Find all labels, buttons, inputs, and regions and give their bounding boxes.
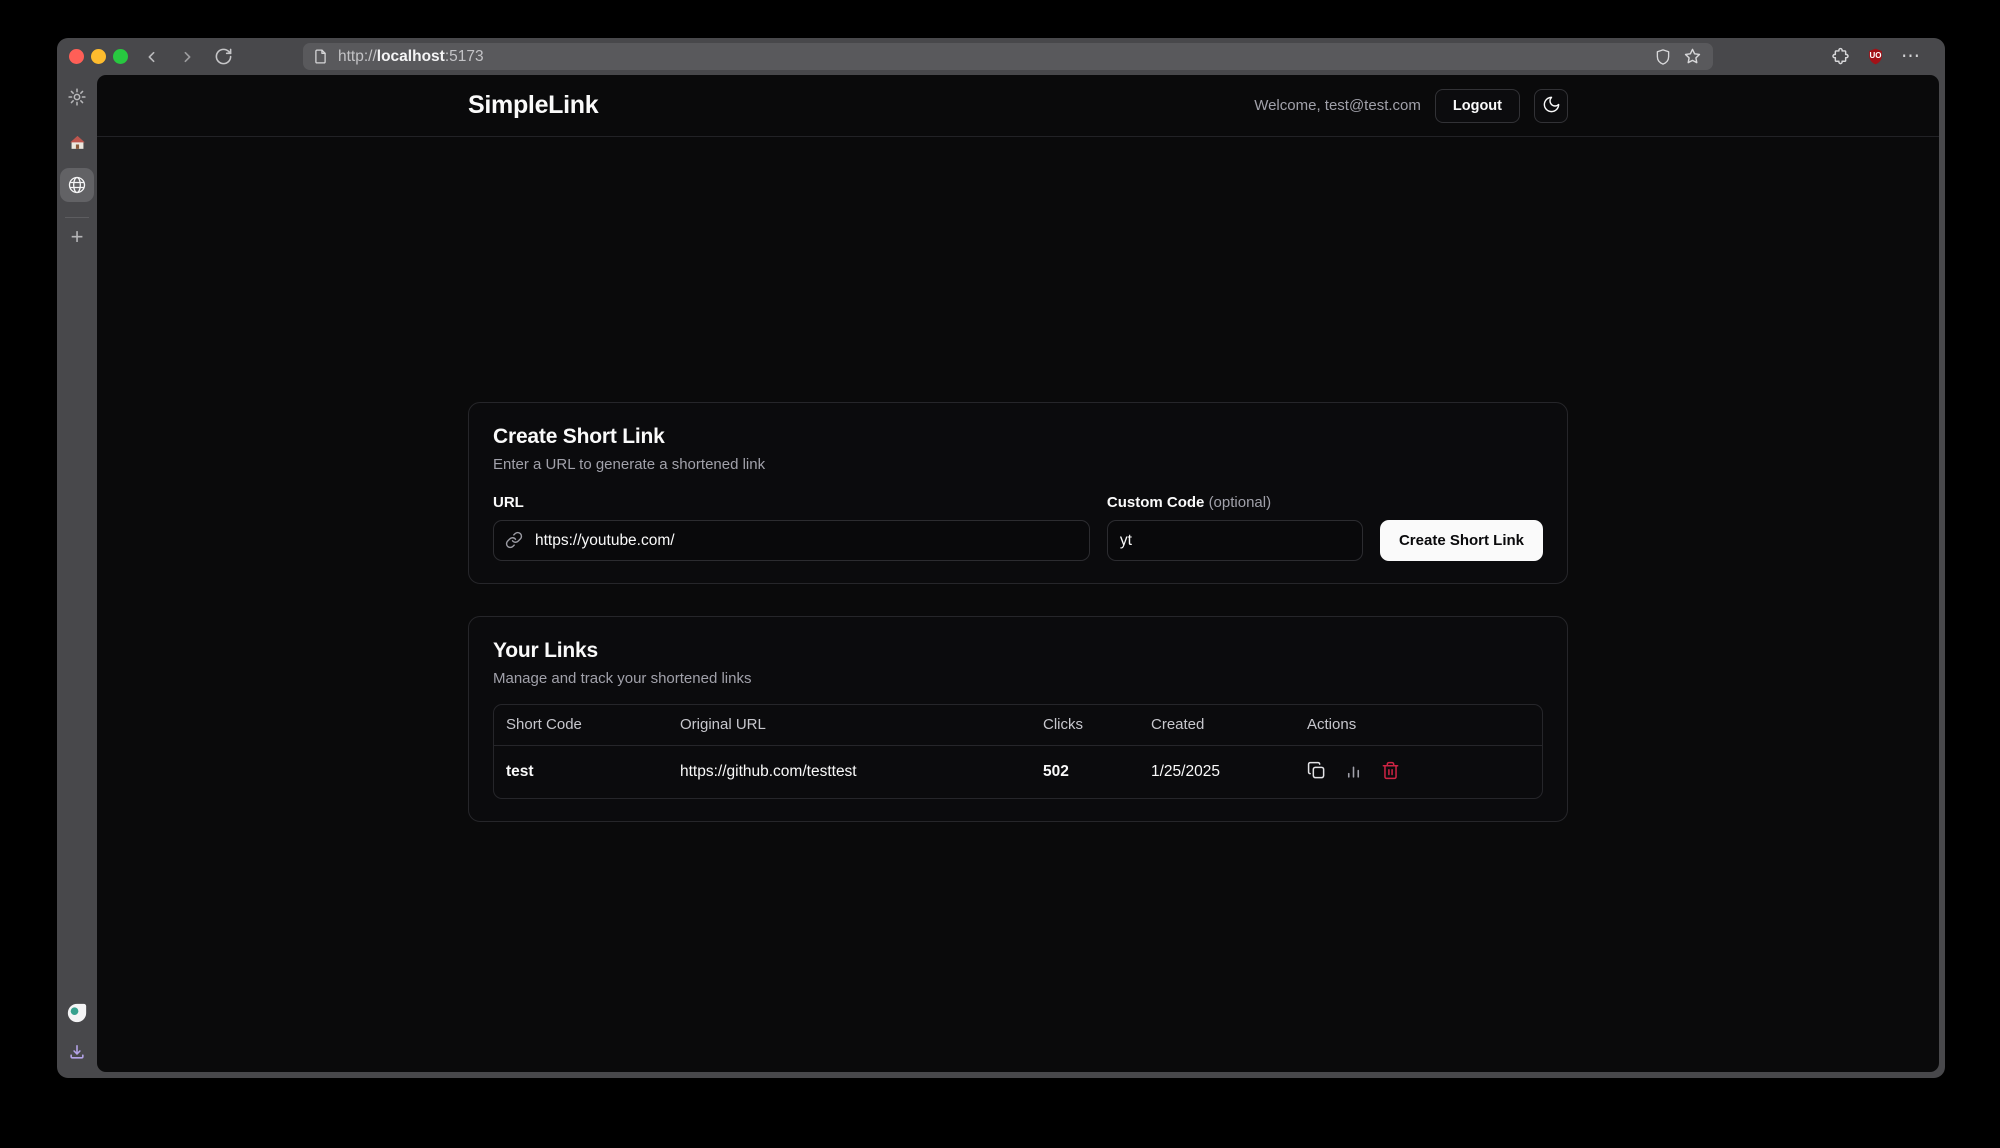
zoom-window-button[interactable] <box>113 49 128 64</box>
table-row: test https://github.com/testtest 502 1/2… <box>494 745 1542 798</box>
logout-button[interactable]: Logout <box>1435 89 1520 123</box>
col-short-code: Short Code <box>494 705 668 745</box>
extensions-puzzle-icon[interactable] <box>1831 47 1850 66</box>
browser-toolbar: http://localhost:5173 UO ⋯ <box>57 38 1945 75</box>
back-icon[interactable] <box>144 49 160 65</box>
url-port: :5173 <box>445 48 484 65</box>
ublock-origin-icon[interactable]: UO <box>1866 47 1885 66</box>
custom-code-input[interactable] <box>1107 520 1363 561</box>
theme-toggle-button[interactable] <box>1534 89 1568 123</box>
links-table: Short Code Original URL Clicks Created A… <box>493 704 1543 799</box>
create-card-subtitle: Enter a URL to generate a shortened link <box>493 456 1543 473</box>
col-created: Created <box>1139 705 1295 745</box>
stats-button[interactable] <box>1344 761 1363 783</box>
your-links-card: Your Links Manage and track your shorten… <box>468 616 1568 822</box>
welcome-text: Welcome, test@test.com <box>1254 97 1421 114</box>
col-original-url: Original URL <box>668 705 1031 745</box>
url-prefix: http:// <box>338 48 377 65</box>
traffic-lights <box>69 49 128 64</box>
cell-original-url: https://github.com/testtest <box>668 745 1031 798</box>
page-icon <box>312 48 329 65</box>
zen-browser-logo-icon[interactable] <box>66 1002 88 1024</box>
bar-chart-icon <box>1344 761 1363 783</box>
ublock-badge-text: UO <box>1866 51 1885 60</box>
optional-note: (optional) <box>1209 494 1272 511</box>
more-menu-icon[interactable]: ⋯ <box>1901 47 1921 66</box>
browser-sidebar: + <box>57 75 97 1078</box>
address-bar[interactable]: http://localhost:5173 <box>303 43 1713 70</box>
site-header: SimpleLink Welcome, test@test.com Logout <box>97 75 1939 137</box>
page-title: SimpleLink <box>468 91 598 120</box>
cell-short-code: test <box>494 745 668 798</box>
url-field-label: URL <box>493 494 1090 511</box>
cell-clicks: 502 <box>1031 745 1139 798</box>
trash-icon <box>1381 761 1400 783</box>
create-short-link-button[interactable]: Create Short Link <box>1380 520 1543 561</box>
sidebar-divider <box>65 217 89 218</box>
link-icon <box>505 531 523 554</box>
copy-link-button[interactable] <box>1307 761 1326 783</box>
downloads-icon[interactable] <box>67 1042 87 1062</box>
links-card-subtitle: Manage and track your shortened links <box>493 670 1543 687</box>
browser-window: http://localhost:5173 UO ⋯ <box>57 38 1945 1078</box>
close-window-button[interactable] <box>69 49 84 64</box>
main-area: Create Short Link Enter a URL to generat… <box>97 137 1939 822</box>
cell-created: 1/25/2025 <box>1139 745 1295 798</box>
url-host: localhost <box>377 48 445 65</box>
delete-link-button[interactable] <box>1381 761 1400 783</box>
create-card-title: Create Short Link <box>493 425 1543 449</box>
reload-icon[interactable] <box>214 47 233 66</box>
create-short-link-card: Create Short Link Enter a URL to generat… <box>468 402 1568 584</box>
address-url: http://localhost:5173 <box>338 48 1654 66</box>
page-viewport: SimpleLink Welcome, test@test.com Logout… <box>97 75 1939 1072</box>
col-actions: Actions <box>1295 705 1542 745</box>
copy-icon <box>1307 761 1326 783</box>
globe-icon <box>67 175 87 195</box>
minimize-window-button[interactable] <box>91 49 106 64</box>
moon-icon <box>1542 95 1561 117</box>
table-header-row: Short Code Original URL Clicks Created A… <box>494 705 1542 745</box>
new-tab-plus-icon[interactable]: + <box>71 226 84 248</box>
forward-icon[interactable] <box>179 49 195 65</box>
custom-code-label: Custom Code (optional) <box>1107 494 1363 511</box>
settings-gear-icon[interactable] <box>67 87 87 107</box>
col-clicks: Clicks <box>1031 705 1139 745</box>
nav-controls <box>144 47 233 66</box>
toolbar-extensions-area: UO ⋯ <box>1831 38 1921 75</box>
bookmark-star-icon[interactable] <box>1683 47 1702 66</box>
home-tab-icon[interactable] <box>68 133 87 152</box>
links-card-title: Your Links <box>493 639 1543 663</box>
active-tab-highlight[interactable] <box>60 168 94 202</box>
tracking-shield-icon[interactable] <box>1654 48 1672 66</box>
url-input[interactable] <box>493 520 1090 561</box>
